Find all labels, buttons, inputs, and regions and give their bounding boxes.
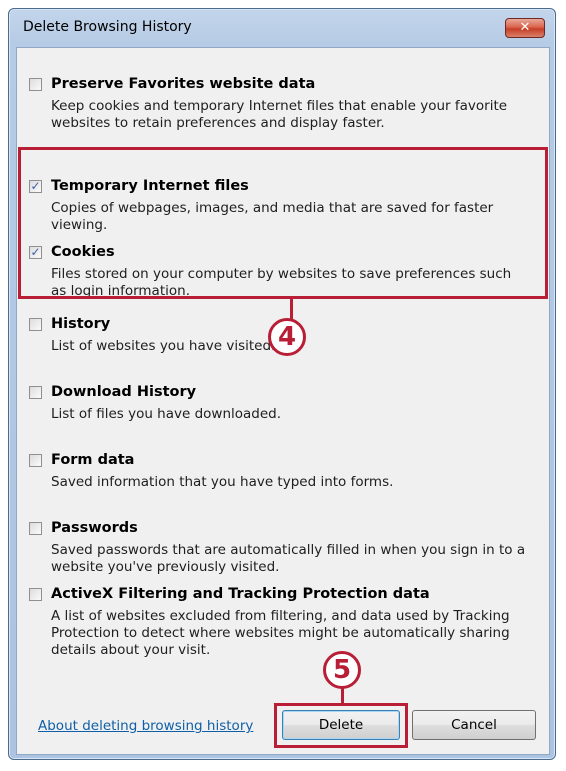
checkbox-form-data[interactable]	[29, 454, 42, 467]
dialog-title: Delete Browsing History	[23, 19, 192, 35]
about-deleting-history-link[interactable]: About deleting browsing history	[38, 718, 253, 734]
option-description: Keep cookies and temporary Internet file…	[51, 98, 508, 131]
option-label[interactable]: Download History	[51, 384, 196, 400]
option-form-data: Form data Saved information that you hav…	[29, 452, 529, 491]
step-5-badge: 5	[323, 651, 361, 689]
option-passwords: Passwords Saved passwords that are autom…	[29, 520, 529, 576]
option-description: A list of websites excluded from filteri…	[51, 608, 510, 658]
option-temporary-internet-files: ✓ Temporary Internet files Copies of web…	[29, 178, 529, 234]
option-label[interactable]: History	[51, 316, 110, 332]
option-label[interactable]: Temporary Internet files	[51, 178, 249, 194]
option-activex-tracking-protection: ActiveX Filtering and Tracking Protectio…	[29, 586, 529, 659]
option-description: Copies of webpages, images, and media th…	[51, 200, 494, 233]
step-5-connector	[341, 688, 344, 704]
option-description: Saved information that you have typed in…	[51, 474, 394, 490]
dialog-body: Preserve Favorites website data Keep coo…	[16, 47, 550, 755]
option-description: Saved passwords that are automatically f…	[51, 542, 526, 575]
option-description: List of files you have downloaded.	[51, 406, 282, 422]
checkbox-preserve-favorites[interactable]	[29, 78, 42, 91]
checkbox-cookies[interactable]: ✓	[29, 246, 42, 259]
checkbox-activex-tracking-protection[interactable]	[29, 588, 42, 601]
option-preserve-favorites: Preserve Favorites website data Keep coo…	[29, 76, 529, 132]
step-4-badge: 4	[268, 318, 306, 356]
option-label[interactable]: Cookies	[51, 244, 115, 260]
checkbox-history[interactable]	[29, 318, 42, 331]
delete-browsing-history-dialog: Delete Browsing History ✕ Preserve Favor…	[8, 8, 556, 760]
title-bar: Delete Browsing History ✕	[9, 9, 555, 47]
option-description: Files stored on your computer by website…	[51, 266, 512, 299]
option-label[interactable]: Form data	[51, 452, 134, 468]
close-button[interactable]: ✕	[505, 18, 545, 38]
checkbox-download-history[interactable]	[29, 386, 42, 399]
option-label[interactable]: Preserve Favorites website data	[51, 76, 315, 92]
delete-button[interactable]: Delete	[282, 710, 400, 740]
option-label[interactable]: ActiveX Filtering and Tracking Protectio…	[51, 586, 430, 602]
checkbox-passwords[interactable]	[29, 522, 42, 535]
step-4-connector	[290, 299, 293, 319]
option-download-history: Download History List of files you have …	[29, 384, 529, 423]
option-label[interactable]: Passwords	[51, 520, 138, 536]
option-cookies: ✓ Cookies Files stored on your computer …	[29, 244, 529, 300]
checkbox-temporary-internet-files[interactable]: ✓	[29, 180, 42, 193]
cancel-button[interactable]: Cancel	[412, 710, 536, 740]
